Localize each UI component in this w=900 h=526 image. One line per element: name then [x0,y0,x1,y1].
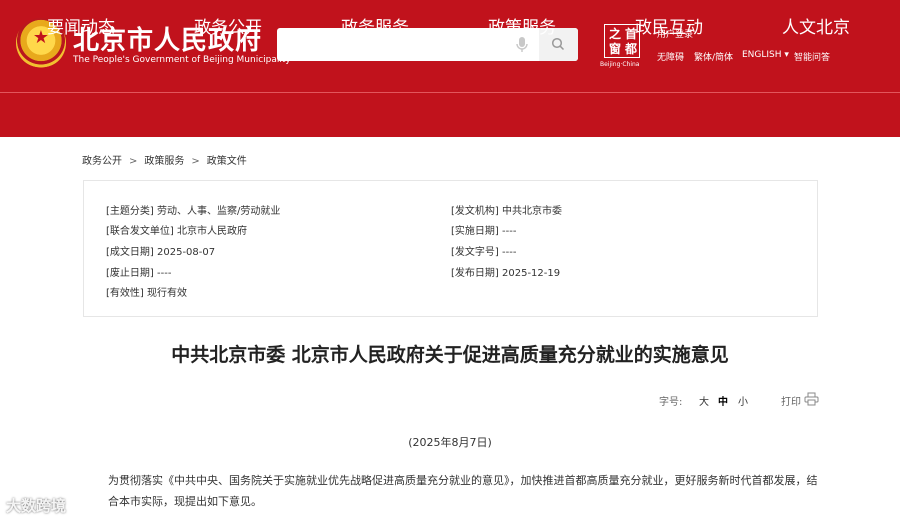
meta-label: [发文机构] [451,206,499,217]
nav-item-government-services[interactable]: 政务服务 [341,13,409,38]
meta-value: 北京市人民政府 [177,226,247,237]
meta-effective-date: [实施日期] ---- [451,222,516,237]
printer-icon[interactable] [804,392,819,406]
font-size-small-button[interactable]: 小 [738,393,748,408]
meta-value: 2025-08-07 [157,247,216,258]
meta-joint-issuer: [联合发文单位] 北京市人民政府 [106,222,247,237]
meta-value: ---- [157,268,172,279]
print-button[interactable]: 打印 [781,393,801,408]
meta-topic: [主题分类] 劳动、人事、监察/劳动就业 [106,202,280,217]
meta-issuing-agency: [发文机构] 中共北京市委 [451,202,562,217]
meta-label: [实施日期] [451,226,499,237]
document-title: 中共北京市委 北京市人民政府关于促进高质量充分就业的实施意见 [171,344,729,366]
meta-written-date: [成文日期] 2025-08-07 [106,243,215,258]
font-size-medium-button[interactable]: 中 [718,393,728,408]
nav-item-interaction[interactable]: 政民互动 [635,13,703,38]
font-size-large-button[interactable]: 大 [699,393,709,408]
nav-item-government-affairs[interactable]: 政务公开 [194,13,262,38]
meta-value: 中共北京市委 [502,206,562,217]
capital-logo-char: 都 [625,42,638,56]
breadcrumb-item[interactable]: 政策文件 [207,156,247,167]
meta-value: ---- [502,247,517,258]
nav-item-culture[interactable]: 人文北京 [782,13,850,38]
meta-value: 2025-12-19 [502,268,561,279]
capital-logo-char: 窗 [609,42,622,56]
breadcrumb-separator: > [191,156,200,167]
site-subtitle: The People's Government of Beijing Munic… [73,55,291,65]
microphone-icon[interactable] [515,36,529,54]
nav-item-policy-services[interactable]: 政策服务 [488,13,556,38]
meta-value: 劳动、人事、监察/劳动就业 [157,206,281,217]
font-size-label: 字号: [659,397,683,408]
capital-logo-char: 之 [609,27,622,41]
document-paragraph: 为贯彻落实《中共中央、国务院关于实施就业优先战略促进高质量充分就业的意见》，加快… [108,474,818,508]
meta-label: [废止日期] [106,268,154,279]
meta-label: [发文字号] [451,247,499,258]
meta-value: ---- [502,226,517,237]
meta-abolish-date: [废止日期] ---- [106,264,171,279]
english-dropdown[interactable]: ENGLISH ▾ [742,50,789,60]
search-icon [551,37,565,51]
main-nav [0,92,900,137]
meta-document-number: [发文字号] ---- [451,243,516,258]
breadcrumb-item[interactable]: 政务公开 [82,156,122,167]
breadcrumb-item[interactable]: 政策服务 [144,156,184,167]
breadcrumb-separator: > [129,156,138,167]
smart-qa-link[interactable]: 智能问答 [794,50,830,63]
nav-item-news[interactable]: 要闻动态 [47,13,115,38]
meta-label: [主题分类] [106,206,154,217]
meta-publish-date: [发布日期] 2025-12-19 [451,264,560,279]
accessibility-link[interactable]: 无障碍 [657,50,684,63]
breadcrumb: 政务公开 > 政策服务 > 政策文件 [82,152,247,167]
meta-label: [有效性] [106,288,144,299]
document-date: (2025年8月7日) [408,436,492,449]
meta-label: [联合发文单位] [106,226,174,237]
meta-validity: [有效性] 现行有效 [106,284,187,299]
document-metadata: [主题分类] 劳动、人事、监察/劳动就业 [联合发文单位] 北京市人民政府 [成… [83,180,818,317]
capital-logo-subtitle: Beijing·China [600,61,640,68]
meta-label: [成文日期] [106,247,154,258]
meta-value: 现行有效 [147,288,187,299]
meta-label: [发布日期] [451,268,499,279]
watermark: 大数跨境 [6,497,67,515]
traditional-simplified-link[interactable]: 繁体/简体 [694,50,733,63]
